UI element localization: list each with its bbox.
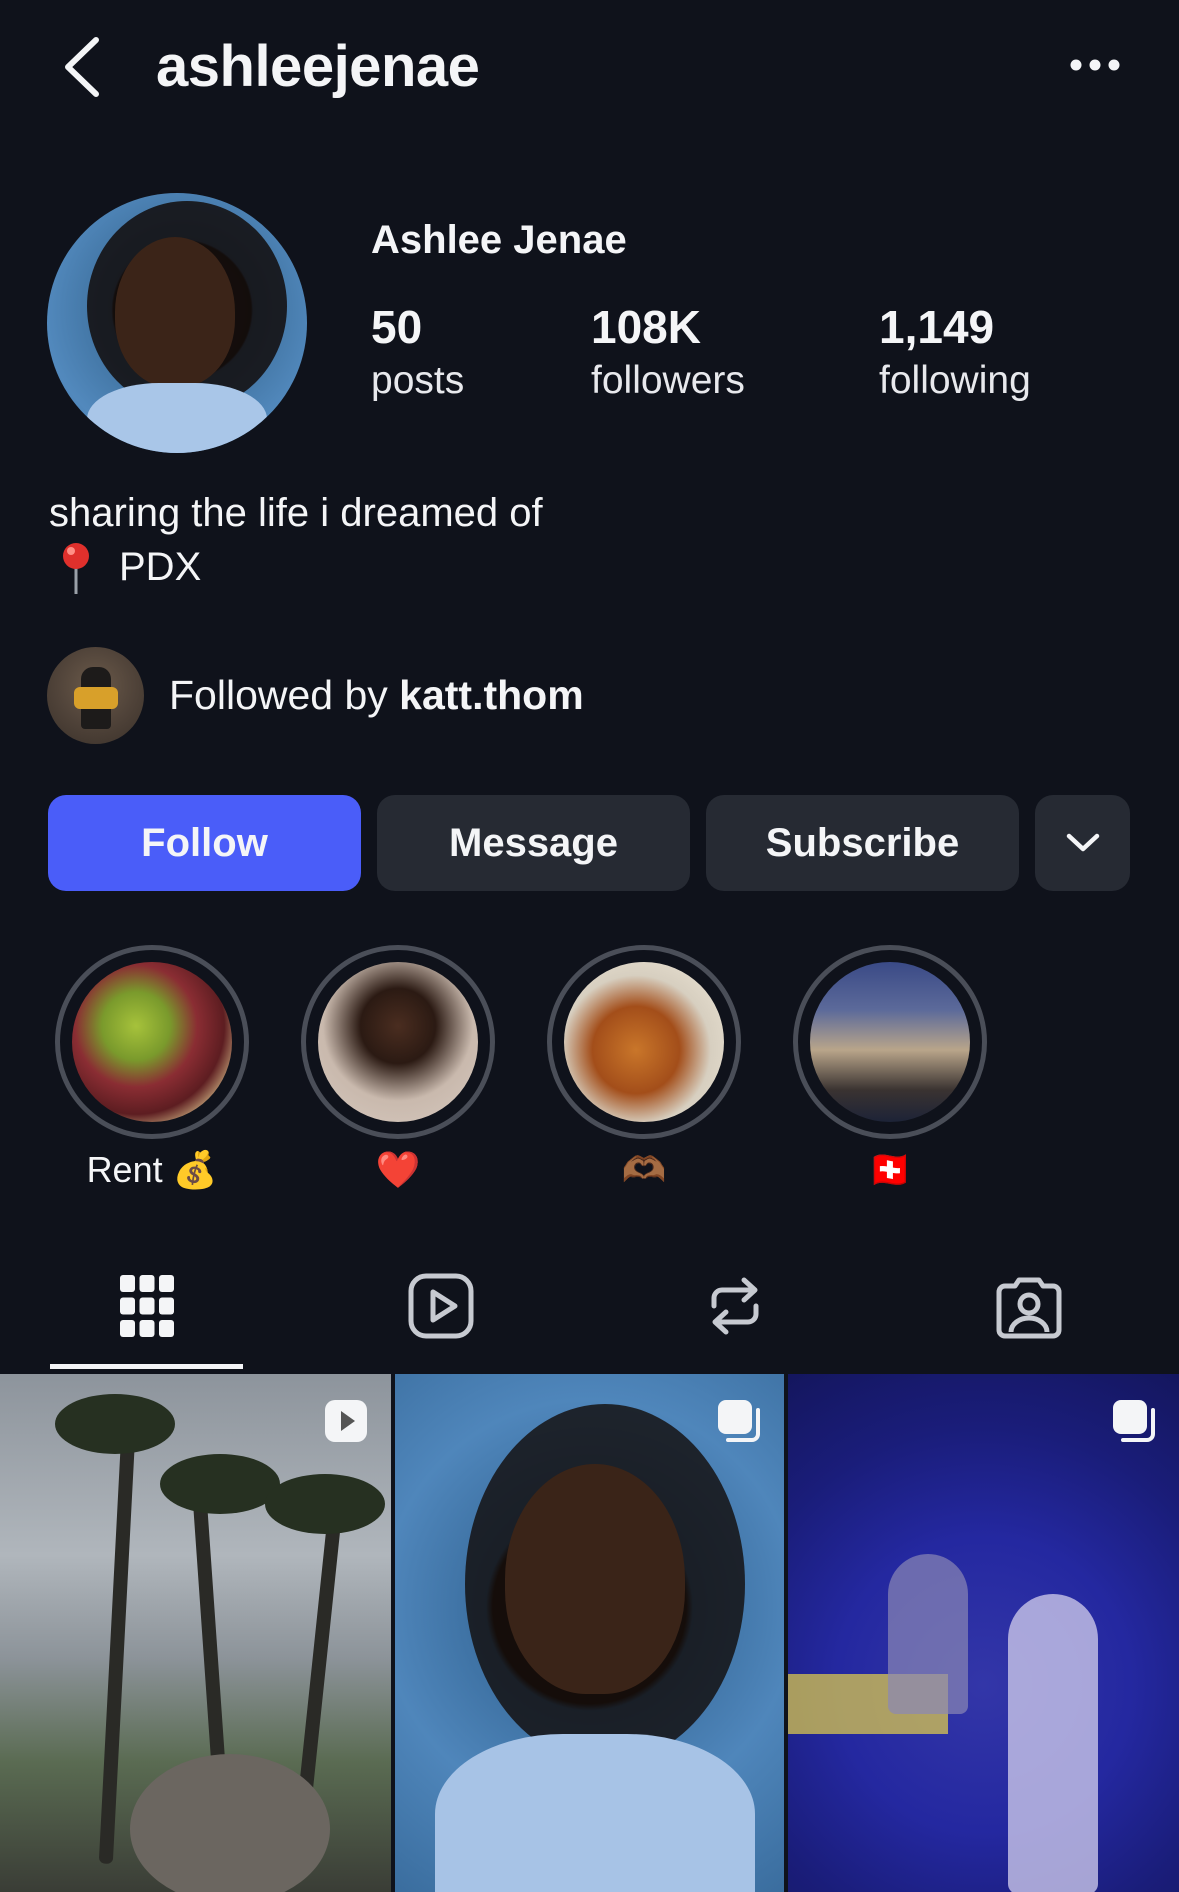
post-thumbnail[interactable] xyxy=(0,1374,391,1892)
tagged-icon xyxy=(996,1277,1062,1339)
highlight-label: 🫶🏾 xyxy=(621,1149,667,1190)
back-arrow-icon[interactable] xyxy=(58,32,108,102)
highlight-cover xyxy=(318,962,478,1122)
active-tab-indicator xyxy=(50,1364,243,1369)
posts-count: 50 xyxy=(371,301,423,353)
posts-label: posts xyxy=(371,359,465,402)
tab-tagged[interactable] xyxy=(882,1264,1176,1348)
followers-stat[interactable]: 108K followers xyxy=(591,298,745,406)
post-thumbnail[interactable] xyxy=(788,1374,1179,1892)
followed-by-user[interactable]: katt.thom xyxy=(399,672,584,718)
carousel-badge-icon xyxy=(716,1398,762,1444)
reels-icon xyxy=(408,1273,474,1339)
profile-location: PDX xyxy=(119,545,202,589)
following-count: 1,149 xyxy=(879,301,995,353)
tab-posts-grid[interactable] xyxy=(0,1264,294,1348)
profile-username: ashleejenae xyxy=(156,34,480,99)
carousel-badge-icon xyxy=(1111,1398,1157,1444)
grid-icon xyxy=(120,1275,174,1337)
post-thumbnail[interactable] xyxy=(395,1374,784,1892)
highlight-rent[interactable] xyxy=(55,945,249,1139)
highlight-hands[interactable] xyxy=(547,945,741,1139)
location-pin-icon xyxy=(56,540,96,596)
profile-avatar[interactable] xyxy=(47,193,307,453)
followers-count: 108K xyxy=(591,301,701,353)
highlight-heart[interactable] xyxy=(301,945,495,1139)
tab-reposts[interactable] xyxy=(588,1264,882,1348)
subscribe-button[interactable]: Subscribe xyxy=(706,795,1019,891)
reposts-icon xyxy=(711,1277,759,1335)
highlight-switzerland[interactable] xyxy=(793,945,987,1139)
reel-badge-icon xyxy=(323,1398,369,1444)
chevron-down-icon xyxy=(1066,833,1099,852)
highlight-label: Rent 💰 xyxy=(86,1149,218,1190)
highlight-cover xyxy=(72,962,232,1122)
follow-button[interactable]: Follow xyxy=(48,795,361,891)
message-button[interactable]: Message xyxy=(377,795,690,891)
highlight-label: ❤️ xyxy=(375,1149,421,1190)
profile-display-name: Ashlee Jenae xyxy=(371,218,627,262)
mutual-follower-avatar[interactable] xyxy=(47,647,144,744)
following-label: following xyxy=(879,359,1031,402)
highlight-label: 🇨🇭 xyxy=(867,1149,913,1190)
followed-by-prefix: Followed by xyxy=(169,672,400,718)
profile-bio: sharing the life i dreamed of xyxy=(49,491,543,535)
highlight-cover xyxy=(564,962,724,1122)
followers-label: followers xyxy=(591,359,745,402)
tab-reels[interactable] xyxy=(294,1264,588,1348)
followed-by-text[interactable]: Followed by katt.thom xyxy=(169,668,584,722)
highlight-cover xyxy=(810,962,970,1122)
suggested-accounts-button[interactable] xyxy=(1035,795,1130,891)
posts-stat[interactable]: 50 posts xyxy=(371,298,464,406)
following-stat[interactable]: 1,149 following xyxy=(879,298,1031,406)
more-options-icon[interactable] xyxy=(1068,50,1122,80)
